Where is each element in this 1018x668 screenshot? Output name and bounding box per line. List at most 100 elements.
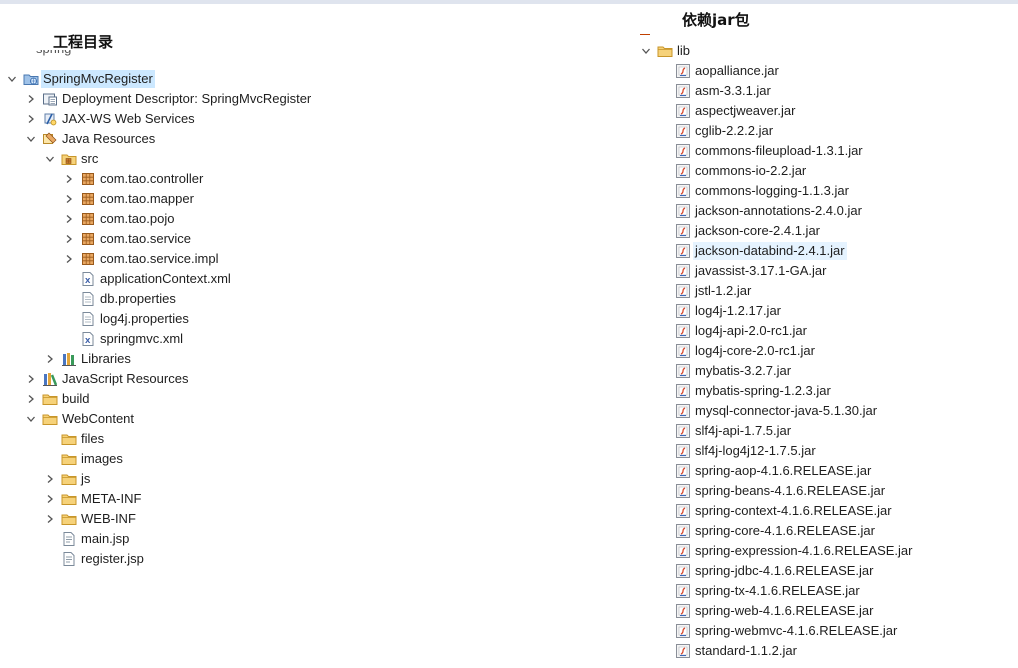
xml-file-icon: X — [80, 331, 96, 347]
tree-item-com-tao-pojo[interactable]: com.tao.pojo — [61, 209, 176, 229]
chevron-right-icon[interactable] — [23, 111, 39, 127]
jar-item-javassist-3-17-1-ga-jar[interactable]: javassist-3.17.1-GA.jar — [656, 261, 829, 281]
tree-item-register-jsp[interactable]: register.jsp — [42, 549, 146, 569]
jar-item-jstl-1-2-jar[interactable]: jstl-1.2.jar — [656, 281, 753, 301]
jar-item-spring-beans-4-1-6-release-jar[interactable]: spring-beans-4.1.6.RELEASE.jar — [656, 481, 887, 501]
tree-item-libraries[interactable]: Libraries — [42, 349, 133, 369]
tree-item-lib[interactable]: lib — [638, 41, 692, 61]
chevron-right-icon[interactable] — [61, 231, 77, 247]
tree-item-webcontent[interactable]: WebContent — [23, 409, 136, 429]
jar-file-icon — [675, 443, 691, 459]
tree-item-springmvcregister[interactable]: SpringMvcRegister — [4, 69, 155, 89]
jar-file-icon — [675, 503, 691, 519]
chevron-right-icon[interactable] — [61, 211, 77, 227]
chevron-right-icon[interactable] — [42, 511, 58, 527]
jar-item-cglib-2-2-2-jar[interactable]: cglib-2.2.2.jar — [656, 121, 775, 141]
tree-item-com-tao-service[interactable]: com.tao.service — [61, 229, 193, 249]
tree-item-label: src — [81, 151, 99, 166]
tree-item-meta-inf[interactable]: META-INF — [42, 489, 143, 509]
tree-item-applicationcontext-xml[interactable]: XapplicationContext.xml — [61, 269, 233, 289]
tree-item-db-properties[interactable]: db.properties — [61, 289, 178, 309]
chevron-right-icon[interactable] — [23, 371, 39, 387]
tree-item-springmvc-xml[interactable]: Xspringmvc.xml — [61, 329, 185, 349]
jar-item-spring-aop-4-1-6-release-jar[interactable]: spring-aop-4.1.6.RELEASE.jar — [656, 461, 873, 481]
tree-item-files[interactable]: files — [42, 429, 106, 449]
jar-item-asm-3-3-1-jar[interactable]: asm-3.3.1.jar — [656, 81, 773, 101]
jar-item-jackson-core-2-4-1-jar[interactable]: jackson-core-2.4.1.jar — [656, 221, 822, 241]
jar-item-aopalliance-jar[interactable]: aopalliance.jar — [656, 61, 781, 81]
tree-item-build[interactable]: build — [23, 389, 91, 409]
tree-item-label: spring-context-4.1.6.RELEASE.jar — [695, 503, 892, 518]
jar-item-jackson-databind-2-4-1-jar[interactable]: jackson-databind-2.4.1.jar — [656, 241, 847, 261]
jar-item-log4j-1-2-17-jar[interactable]: log4j-1.2.17.jar — [656, 301, 783, 321]
tree-item-label: cglib-2.2.2.jar — [695, 123, 774, 138]
jar-item-commons-fileupload-1-3-1-jar[interactable]: commons-fileupload-1.3.1.jar — [656, 141, 865, 161]
tree-item-com-tao-controller[interactable]: com.tao.controller — [61, 169, 205, 189]
tree-item-label: javassist-3.17.1-GA.jar — [695, 263, 827, 278]
tree-item-images[interactable]: images — [42, 449, 125, 469]
chevron-right-icon[interactable] — [61, 191, 77, 207]
tree-item-label: Libraries — [81, 351, 131, 366]
chevron-right-icon[interactable] — [42, 491, 58, 507]
package-icon — [80, 171, 96, 187]
file-icon — [80, 291, 96, 307]
jar-item-spring-context-4-1-6-release-jar[interactable]: spring-context-4.1.6.RELEASE.jar — [656, 501, 894, 521]
tree-item-java-resources[interactable]: Java Resources — [23, 129, 157, 149]
tree-item-label: com.tao.service — [100, 231, 192, 246]
tree-item-deployment-descriptor-springmvcregister[interactable]: Deployment Descriptor: SpringMvcRegister — [23, 89, 313, 109]
chevron-down-icon[interactable] — [23, 411, 39, 427]
jar-item-spring-web-4-1-6-release-jar[interactable]: spring-web-4.1.6.RELEASE.jar — [656, 601, 875, 621]
tree-item-log4j-properties[interactable]: log4j.properties — [61, 309, 191, 329]
chevron-right-icon[interactable] — [42, 351, 58, 367]
jar-item-spring-jdbc-4-1-6-release-jar[interactable]: spring-jdbc-4.1.6.RELEASE.jar — [656, 561, 875, 581]
tree-item-main-jsp[interactable]: main.jsp — [42, 529, 131, 549]
tree-item-label: log4j-api-2.0-rc1.jar — [695, 323, 807, 338]
jar-item-log4j-api-2-0-rc1-jar[interactable]: log4j-api-2.0-rc1.jar — [656, 321, 809, 341]
javascript-resources-icon — [42, 371, 58, 387]
tree-item-jax-ws-web-services[interactable]: JAX-WS Web Services — [23, 109, 197, 129]
chevron-down-icon[interactable] — [638, 43, 654, 59]
tree-item-com-tao-mapper[interactable]: com.tao.mapper — [61, 189, 196, 209]
chevron-right-icon[interactable] — [61, 251, 77, 267]
jar-item-slf4j-api-1-7-5-jar[interactable]: slf4j-api-1.7.5.jar — [656, 421, 793, 441]
jar-item-spring-expression-4-1-6-release-jar[interactable]: spring-expression-4.1.6.RELEASE.jar — [656, 541, 915, 561]
jar-item-commons-io-2-2-jar[interactable]: commons-io-2.2.jar — [656, 161, 808, 181]
svg-text:X: X — [85, 277, 91, 285]
tree-item-label: aopalliance.jar — [695, 63, 779, 78]
jar-item-mysql-connector-java-5-1-30-jar[interactable]: mysql-connector-java-5.1.30.jar — [656, 401, 879, 421]
tree-item-src[interactable]: src — [42, 149, 100, 169]
jar-item-mybatis-spring-1-2-3-jar[interactable]: mybatis-spring-1.2.3.jar — [656, 381, 833, 401]
jar-item-spring-webmvc-4-1-6-release-jar[interactable]: spring-webmvc-4.1.6.RELEASE.jar — [656, 621, 899, 641]
tree-item-javascript-resources[interactable]: JavaScript Resources — [23, 369, 190, 389]
chevron-down-icon[interactable] — [23, 131, 39, 147]
tree-item-web-inf[interactable]: WEB-INF — [42, 509, 138, 529]
jar-item-aspectjweaver-jar[interactable]: aspectjweaver.jar — [656, 101, 797, 121]
jar-item-jackson-annotations-2-4-0-jar[interactable]: jackson-annotations-2.4.0.jar — [656, 201, 864, 221]
jar-item-spring-tx-4-1-6-release-jar[interactable]: spring-tx-4.1.6.RELEASE.jar — [656, 581, 862, 601]
chevron-down-icon[interactable] — [42, 151, 58, 167]
chevron-right-icon[interactable] — [61, 171, 77, 187]
dependency-jars-heading: 依赖jar包 — [682, 11, 750, 29]
jar-item-log4j-core-2-0-rc1-jar[interactable]: log4j-core-2.0-rc1.jar — [656, 341, 817, 361]
chevron-right-icon[interactable] — [23, 391, 39, 407]
jar-item-standard-1-1-2-jar[interactable]: standard-1.1.2.jar — [656, 641, 799, 661]
jar-item-commons-logging-1-1-3-jar[interactable]: commons-logging-1.1.3.jar — [656, 181, 851, 201]
jar-file-icon — [675, 163, 691, 179]
jar-item-spring-core-4-1-6-release-jar[interactable]: spring-core-4.1.6.RELEASE.jar — [656, 521, 877, 541]
chevron-right-icon[interactable] — [23, 91, 39, 107]
tree-item-js[interactable]: js — [42, 469, 92, 489]
chevron-down-icon[interactable] — [4, 71, 20, 87]
jar-file-icon — [675, 243, 691, 259]
chevron-right-icon[interactable] — [42, 471, 58, 487]
jar-item-mybatis-3-2-7-jar[interactable]: mybatis-3.2.7.jar — [656, 361, 793, 381]
jar-item-slf4j-log4j12-1-7-5-jar[interactable]: slf4j-log4j12-1.7.5.jar — [656, 441, 818, 461]
tree-item-com-tao-service-impl[interactable]: com.tao.service.impl — [61, 249, 220, 269]
jar-file-icon — [675, 343, 691, 359]
jar-file-icon — [675, 143, 691, 159]
deployment-descriptor-icon — [42, 91, 58, 107]
